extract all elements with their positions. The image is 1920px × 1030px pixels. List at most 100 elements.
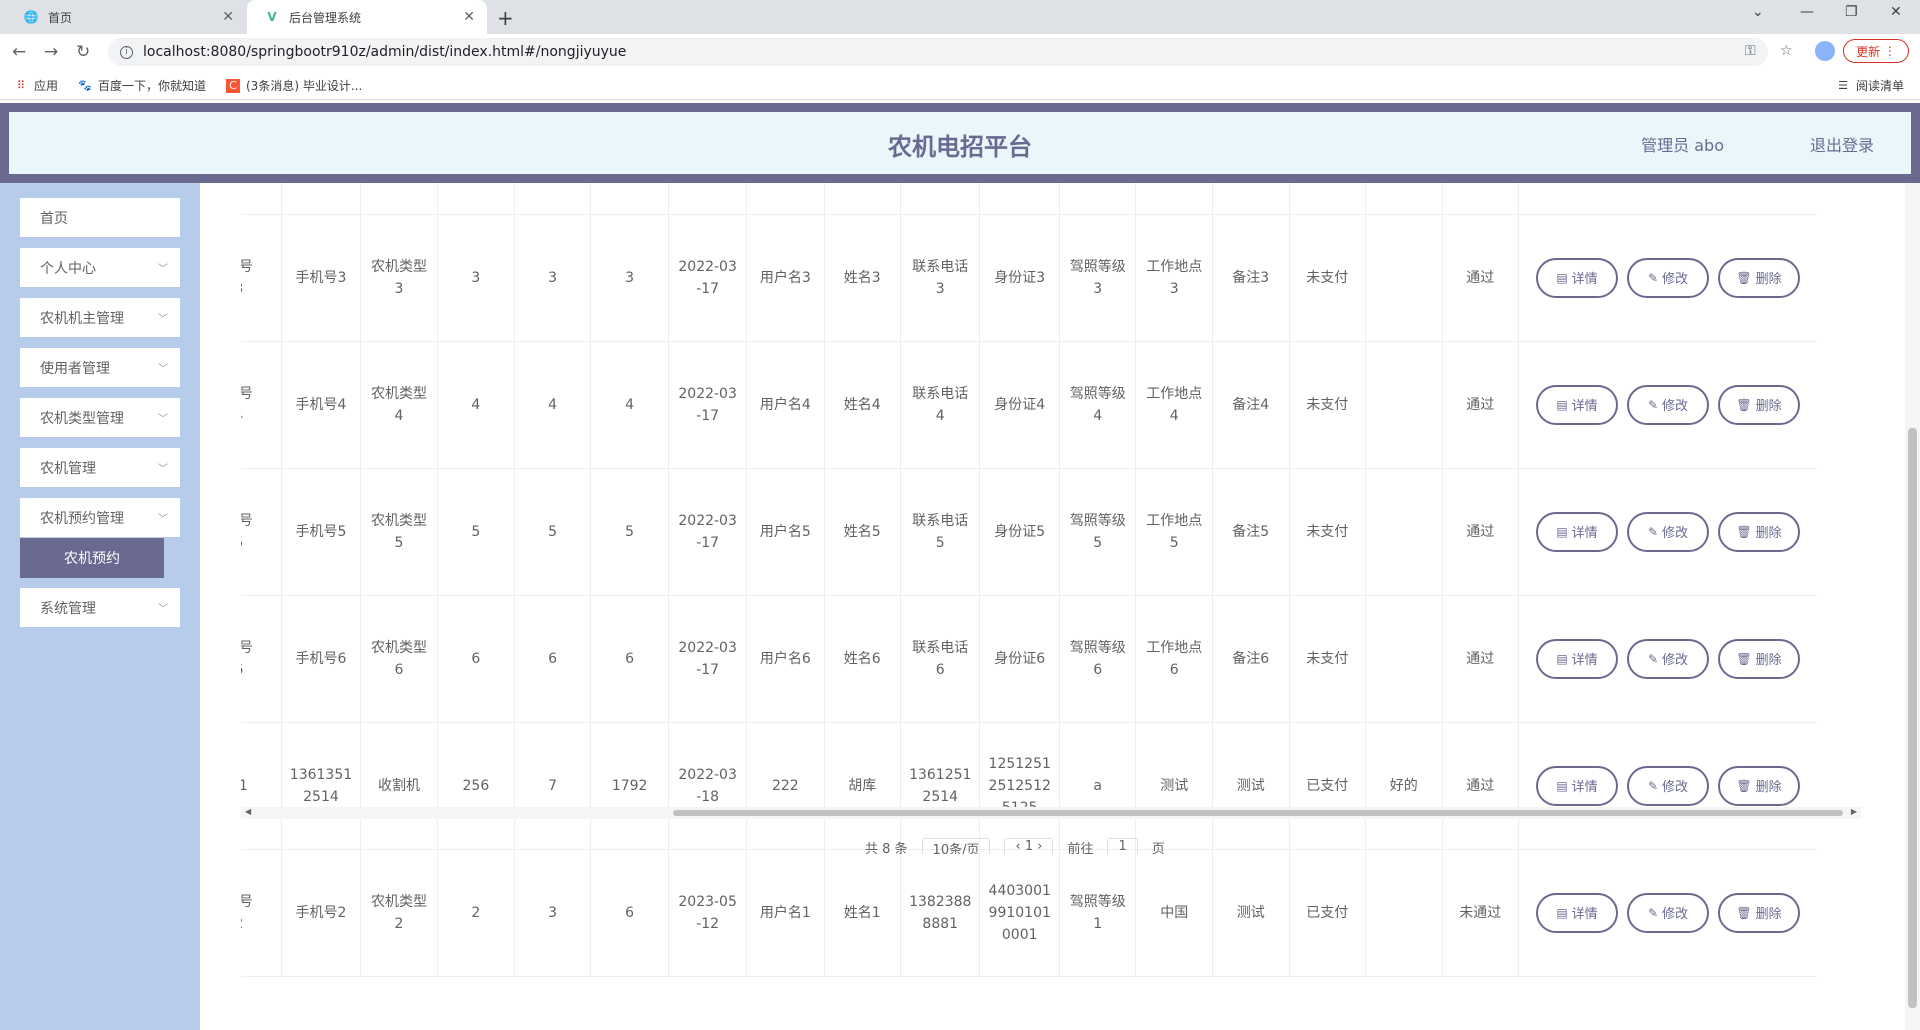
detail-button[interactable]: ▤ 详情 — [1536, 384, 1619, 425]
edit-button-label: 修改 — [1662, 525, 1689, 540]
logout-button[interactable]: 退出登录 — [1810, 132, 1874, 156]
sidebar-item-owners[interactable]: 农机机主管理 ﹀ — [20, 298, 180, 337]
key-icon[interactable]: ⚿ — [1745, 43, 1756, 59]
cell-status-text: 通过 — [1466, 777, 1495, 794]
back-icon[interactable]: ← — [12, 42, 26, 62]
tab-admin[interactable]: V 后台管理系统 ✕ — [247, 0, 487, 34]
action-group: ▤ 详情 ✎ 修改 🗑 删除 — [1523, 384, 1813, 425]
cell-remark: 备注4 — [1212, 341, 1290, 469]
close-window-icon[interactable]: ✕ — [1890, 4, 1902, 20]
delete-button[interactable]: 🗑 删除 — [1718, 892, 1801, 933]
sidebar-item-machine-types[interactable]: 农机类型管理 ﹀ — [20, 398, 180, 437]
close-icon[interactable]: ✕ — [222, 9, 234, 25]
sidebar-item-profile[interactable]: 个人中心 ﹀ — [20, 248, 180, 287]
scroll-left-icon[interactable]: ◀ — [245, 807, 251, 816]
goto-page-input[interactable]: 1 — [1107, 838, 1138, 854]
detail-button[interactable]: ▤ 详情 — [1536, 892, 1619, 933]
chevron-down-icon: ﹀ — [158, 414, 168, 425]
edit-button[interactable]: ✎ 修改 — [1627, 765, 1710, 806]
delete-button[interactable]: 🗑 删除 — [1718, 638, 1801, 679]
bookmark-label: (3条消息) 毕业设计... — [246, 79, 363, 93]
horizontal-scrollbar[interactable]: ◀ ▶ — [241, 807, 1861, 819]
page-nav[interactable]: ‹ 1 › — [1004, 838, 1054, 854]
cell-id-card: 身份证6 — [979, 595, 1060, 723]
sidebar-item-users[interactable]: 使用者管理 ﹀ — [20, 348, 180, 387]
cell-contact-phone-text: 联系电话 3 — [912, 258, 969, 297]
bookmark-label: 应用 — [34, 79, 59, 93]
delete-button-label: 删除 — [1755, 271, 1782, 286]
page-size-select[interactable]: 10条/页 — [921, 838, 991, 854]
bookmark-csdn[interactable]: C (3条消息) 毕业设计... — [226, 77, 362, 94]
info-icon[interactable]: i — [120, 45, 133, 59]
cell-value-3-text: 4 — [625, 396, 635, 413]
new-tab-icon[interactable]: + — [497, 6, 514, 30]
bookmark-apps[interactable]: ⠿ 应用 — [14, 77, 58, 94]
delete-button[interactable]: 🗑 删除 — [1718, 384, 1801, 425]
cell-payment-text: 已支付 — [1306, 777, 1349, 794]
cell-id-card: 1251251 2512512 5125 — [979, 722, 1060, 850]
profile-avatar[interactable] — [1815, 41, 1835, 61]
sidebar-subitem-reservation[interactable]: 农机预约 — [20, 538, 164, 578]
edit-button[interactable]: ✎ 修改 — [1627, 257, 1710, 298]
bookmark-baidu[interactable]: 🐾 百度一下，你就知道 — [78, 77, 206, 94]
scroll-thumb[interactable] — [673, 810, 1843, 816]
cell-name: 姓名6 — [824, 595, 902, 723]
cell-phone: 手机号6 — [281, 595, 362, 723]
detail-button[interactable]: ▤ 详情 — [1536, 511, 1619, 552]
pencil-icon: ✎ — [1647, 524, 1659, 539]
cell-machine-type-text: 收割机 — [377, 777, 420, 794]
reload-icon[interactable]: ↻ — [76, 42, 90, 62]
delete-button[interactable]: 🗑 删除 — [1718, 257, 1801, 298]
cell-username-text: 用户名5 — [759, 523, 811, 540]
detail-button[interactable]: ▤ 详情 — [1536, 765, 1619, 806]
vertical-scrollbar[interactable] — [1905, 183, 1920, 1030]
sidebar-item-label: 农机管理 — [40, 460, 96, 477]
cell-remark-text: 备注3 — [1232, 269, 1270, 286]
cell-value-2-text: 7 — [548, 777, 558, 794]
scroll-right-icon[interactable]: ▶ — [1851, 807, 1857, 816]
baidu-icon: 🐾 — [78, 79, 92, 92]
tab-home[interactable]: 🌐 首页 ✕ — [6, 0, 246, 34]
cell-work-place-text: 测试 — [1160, 777, 1189, 794]
edit-button[interactable]: ✎ 修改 — [1627, 511, 1710, 552]
delete-button[interactable]: 🗑 删除 — [1718, 765, 1801, 806]
cell-phone: 手机号5 — [281, 468, 362, 596]
sidebar-item-home[interactable]: 首页 — [20, 198, 180, 237]
table-row: 账号 3 手机号3 农机类型 3 3 3 3 2022-03 -17 用户名3 姓名3 联系电话 … — [241, 214, 1817, 342]
cell-contact-phone: 联系电话 5 — [900, 468, 981, 596]
restore-icon[interactable]: ❐ — [1845, 4, 1858, 20]
close-icon[interactable]: ✕ — [463, 9, 475, 25]
document-icon: ▤ — [1556, 397, 1568, 412]
sidebar-item-system[interactable]: 系统管理 ﹀ — [20, 588, 180, 627]
delete-button[interactable]: 🗑 删除 — [1718, 511, 1801, 552]
sidebar-item-reservations[interactable]: 农机预约管理 ﹀ — [20, 498, 180, 537]
cell-value-3: 4 — [590, 341, 670, 469]
cell-license-text: 驾照等级 1 — [1069, 893, 1126, 932]
trash-icon: 🗑 — [1736, 651, 1752, 666]
star-icon[interactable]: ☆ — [1780, 43, 1793, 59]
cell-remark-text: 备注4 — [1232, 396, 1270, 413]
cell-phone: 1361351 2514 — [281, 722, 362, 850]
reading-list[interactable]: ☰ 阅读清单 — [1836, 77, 1904, 94]
cell-username-text: 用户名6 — [759, 650, 811, 667]
detail-button[interactable]: ▤ 详情 — [1536, 638, 1619, 679]
detail-button[interactable]: ▤ 详情 — [1536, 257, 1619, 298]
cell-actions: ▤ 详情 ✎ 修改 🗑 删除 — [1518, 214, 1817, 342]
edit-button[interactable]: ✎ 修改 — [1627, 384, 1710, 425]
edit-button[interactable]: ✎ 修改 — [1627, 638, 1710, 679]
url-input[interactable]: i localhost:8080/springbootr910z/admin/d… — [108, 38, 1768, 66]
cell-username: 用户名5 — [746, 468, 825, 596]
cell-account-text: 账号 5 — [241, 512, 253, 551]
cell-contact-phone-text: 联系电话 5 — [912, 512, 969, 551]
tab-search-icon[interactable]: ⌄ — [1752, 4, 1764, 20]
scroll-thumb[interactable] — [1908, 428, 1917, 1008]
cell-value-1-text: 4 — [471, 396, 481, 413]
minimize-icon[interactable]: — — [1800, 4, 1814, 20]
table-row: 11 1361351 2514 收割机 256 7 1792 2022-03 -18 222 胡… — [241, 722, 1817, 850]
update-button[interactable]: 更新 ⋮ — [1843, 39, 1909, 63]
cell-name: 姓名3 — [824, 214, 902, 342]
edit-button[interactable]: ✎ 修改 — [1627, 892, 1710, 933]
sidebar-item-machines[interactable]: 农机管理 ﹀ — [20, 448, 180, 487]
forward-icon[interactable]: → — [44, 42, 58, 62]
edit-button-label: 修改 — [1662, 398, 1689, 413]
